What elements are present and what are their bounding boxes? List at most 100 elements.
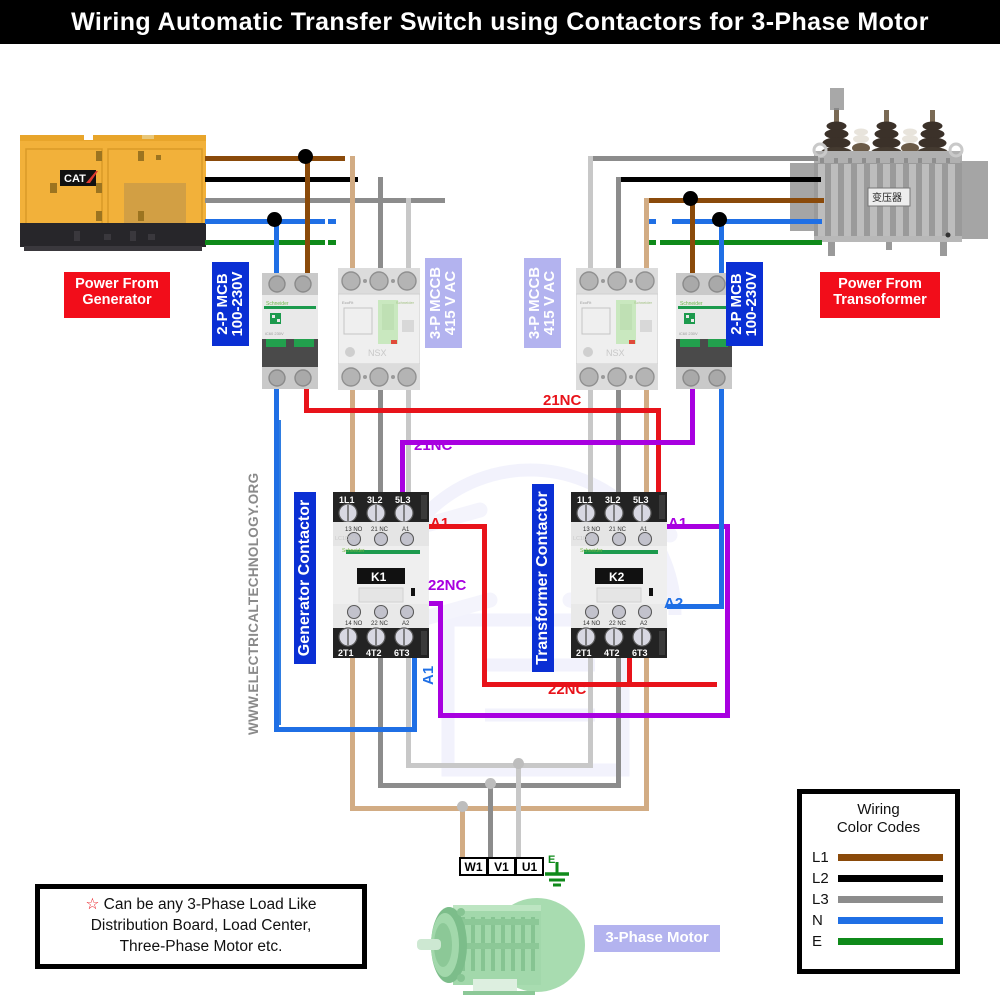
svg-text:Schneider: Schneider	[680, 301, 703, 307]
wire-gen-mccb-L2	[378, 177, 383, 278]
legend-name-l1: L1	[812, 848, 829, 866]
wire-bus-L3	[406, 763, 593, 768]
svg-text:22 NC: 22 NC	[371, 621, 389, 627]
watermark-url: WWW.ELECTRICALTECHNOLOGY.ORG	[246, 472, 261, 735]
svg-text:NSX: NSX	[368, 348, 387, 358]
generator-mccb-label: 3-P MCCB 415 V AC	[425, 258, 462, 348]
wire-mag-22nc-up-k1	[438, 601, 443, 718]
legend-row-l3: L3	[802, 889, 955, 910]
wire-tr-mcb-N	[719, 219, 724, 279]
wire-k2-out-T1	[588, 655, 593, 763]
legend-swatch-l1	[838, 853, 943, 861]
generator-mcb[interactable]: Schneider iC60 230V	[262, 273, 318, 389]
label-a1-generator-blue: A1	[420, 665, 437, 685]
transformer-mccb[interactable]: EcoFit Schneider NSX	[576, 268, 658, 390]
svg-text:2T1: 2T1	[576, 648, 592, 658]
star-icon: ☆	[85, 896, 100, 914]
wire-gen-mccb-L1	[350, 156, 355, 278]
svg-text:EcoFit: EcoFit	[342, 300, 354, 305]
generator-mccb[interactable]: EcoFit Schneider NSX	[338, 268, 420, 390]
diagram-canvas: Wiring Automatic Transfer Switch using C…	[0, 0, 1000, 1000]
wire-blue-gen-neutral-right	[274, 727, 417, 732]
wire-bus-L2	[378, 783, 621, 788]
wire-motor-V1	[488, 783, 493, 865]
wire-mag-from-trmcb	[690, 388, 695, 444]
svg-text:Schneider: Schneider	[342, 548, 365, 554]
junction-dot-gen-L1	[298, 149, 313, 164]
power-from-generator-label: Power From Generator	[64, 272, 170, 318]
note-line-1: ☆ Can be any 3-Phase Load Like	[85, 896, 317, 914]
legend-name-l3: L3	[812, 890, 829, 908]
page-title: Wiring Automatic Transfer Switch using C…	[71, 7, 929, 36]
junction-dot-bus-L1	[457, 801, 468, 812]
generator-contactor[interactable]: 1L1 3L2 5L3 13 NO 21 NC A1 LC1D34 Schnei…	[333, 492, 429, 658]
legend-name-e: E	[812, 932, 823, 950]
wire-red-k1a1-down	[482, 524, 487, 686]
transformer-contactor[interactable]: 1L1 3L2 5L3 13 NO 21 NC A1 LC1D34 Schnei…	[571, 492, 667, 658]
svg-text:EcoFit: EcoFit	[580, 300, 592, 305]
wire-trmccb-out-L1	[644, 388, 649, 503]
svg-text:iC60 230V: iC60 230V	[265, 331, 284, 336]
motor-label: 3-Phase Motor	[594, 925, 720, 952]
wire-tr-E	[660, 240, 822, 245]
earth-ground-icon	[545, 862, 569, 887]
svg-text:22 NC: 22 NC	[609, 621, 627, 627]
legend-name-n: N	[812, 911, 823, 929]
wire-gen-L1-down	[305, 156, 310, 278]
wire-trmccb-out-L3	[588, 388, 593, 503]
svg-text:4T2: 4T2	[366, 648, 382, 658]
label-22nc-red: 22NC	[548, 681, 587, 698]
svg-text:4T2: 4T2	[604, 648, 620, 658]
junction-dot-bus-L3	[513, 758, 524, 769]
power-from-transformer-label: Power From Transoformer	[820, 272, 940, 318]
legend-swatch-e	[838, 937, 943, 945]
wire-trmccb-out-L2	[616, 388, 621, 503]
wire-k1-out-T2	[378, 655, 383, 783]
label-22nc-magenta: 22NC	[428, 577, 467, 594]
generator-contactor-label: Generator Contactor	[294, 492, 317, 664]
wire-gen-L1	[205, 156, 345, 161]
wire-tr-mccb-L1	[644, 198, 649, 278]
motor-terminal-u1: U1	[515, 857, 544, 876]
transformer-mcb[interactable]: Schneider iC60 230V	[676, 273, 732, 389]
transformer-image: 变压器	[790, 88, 988, 256]
wire-genmccb-out-L3	[406, 388, 411, 503]
svg-text:Schneider: Schneider	[634, 300, 653, 305]
wire-k1-out-T1	[350, 655, 355, 810]
legend-swatch-n	[838, 916, 943, 924]
wire-blue-tr-neutral-down	[719, 388, 724, 609]
legend-name-l2: L2	[812, 869, 829, 887]
svg-text:A2: A2	[402, 621, 410, 627]
junction-dot-bus-L2	[485, 778, 496, 789]
motor-terminal-w1: W1	[459, 857, 488, 876]
svg-text:Schneider: Schneider	[580, 548, 603, 554]
svg-text:NSX: NSX	[606, 348, 625, 358]
svg-text:K2: K2	[609, 570, 625, 584]
svg-text:2T1: 2T1	[338, 648, 354, 658]
transformer-contactor-label: Transformer Contactor	[532, 484, 555, 672]
junction-dot-tr-N	[712, 212, 727, 227]
wire-gen-L2	[205, 177, 358, 182]
label-a1-transformer-magenta: A1	[668, 515, 688, 532]
junction-dot-tr-L1	[683, 191, 698, 206]
motor-image	[417, 898, 585, 995]
wire-tr-L1	[644, 198, 824, 203]
svg-text:LC1D34: LC1D34	[573, 536, 593, 542]
svg-text:A2: A2	[640, 621, 648, 627]
svg-text:14 NO: 14 NO	[583, 621, 601, 627]
legend-row-e: E	[802, 931, 955, 952]
wire-mag-22nc-horizontal	[438, 713, 730, 718]
transformer-mcb-label: 2-P MCB 100-230V	[726, 262, 763, 346]
wire-k2-out-T2	[616, 655, 621, 783]
legend-swatch-l3	[838, 895, 943, 903]
wire-tr-N-dash	[648, 219, 656, 224]
wire-gen-mccb-L3	[406, 198, 411, 278]
wire-k1-out-T3	[406, 655, 411, 763]
label-21nc-magenta: 21NC	[414, 437, 453, 454]
wire-tr-mccb-L2	[616, 177, 621, 278]
title-bar: Wiring Automatic Transfer Switch using C…	[0, 0, 1000, 44]
wire-motor-U1	[516, 763, 521, 865]
svg-text:LC1D34: LC1D34	[335, 536, 355, 542]
legend-swatch-l2	[838, 874, 943, 882]
wire-genmccb-out-L1	[350, 388, 355, 503]
